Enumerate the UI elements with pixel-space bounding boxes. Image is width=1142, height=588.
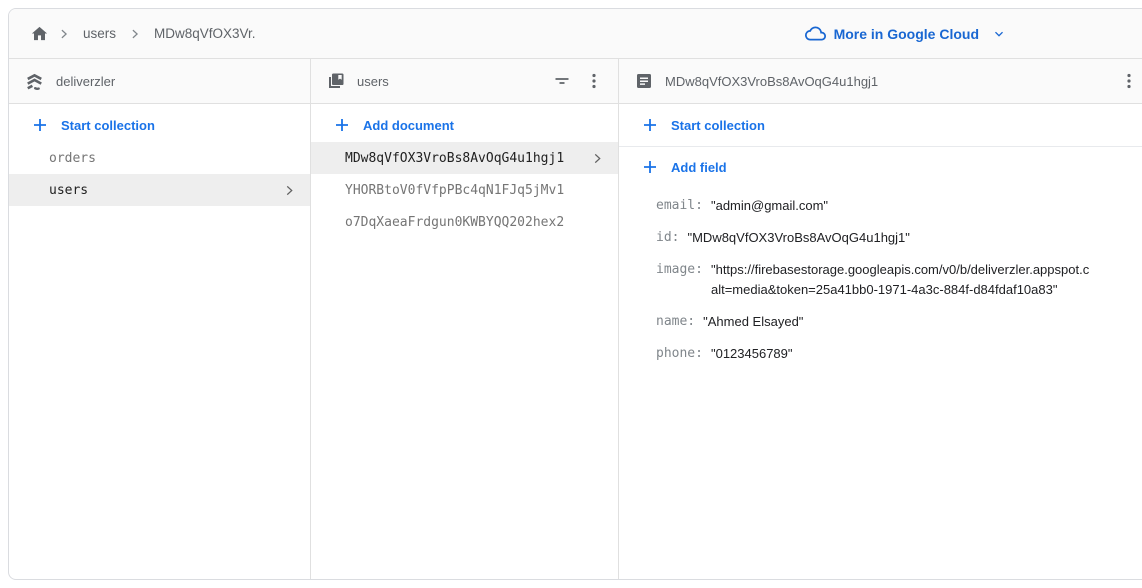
field-key: phone: (656, 344, 703, 364)
chevron-down-icon (991, 26, 1007, 42)
document-id: MDw8qVfOX3VroBs8AvOqG4u1hgj1 (345, 151, 564, 166)
chevron-right-icon (128, 27, 142, 41)
document-id: YHORBtoV0fVfpPBc4qN1FJq5jMv1 (345, 183, 564, 198)
more-vert-icon[interactable] (580, 67, 608, 95)
start-collection-label: Start collection (61, 118, 155, 133)
collection-panel-header: users (311, 59, 618, 104)
document-panel-header: MDw8qVfOX3VroBs8AvOqG4u1hgj1 (619, 59, 1142, 104)
collection-row-orders[interactable]: orders (9, 142, 310, 174)
field-value: "0123456789" (711, 344, 793, 364)
field-key: id: (656, 228, 679, 248)
field-row-name[interactable]: name: "Ahmed Elsayed" (656, 306, 1142, 338)
firestore-data-card: users MDw8qVfOX3Vr. More in Google Cloud (8, 8, 1142, 580)
collection-title: users (357, 74, 536, 89)
collection-row-users[interactable]: users (9, 174, 310, 206)
field-key: name: (656, 312, 695, 332)
breadcrumb-document[interactable]: MDw8qVfOX3Vr. (148, 26, 262, 41)
field-value: "https://firebasestorage.googleapis.com/… (711, 260, 1089, 300)
field-value: "Ahmed Elsayed" (703, 312, 803, 332)
add-field-label: Add field (671, 160, 727, 175)
field-key: image: (656, 260, 703, 280)
field-value: "admin@gmail.com" (711, 196, 828, 216)
chevron-right-icon (282, 183, 297, 198)
database-panel: deliverzler Start collection orders user… (9, 59, 311, 579)
plus-icon (642, 159, 658, 175)
collection-name: users (49, 183, 88, 198)
breadcrumb-users[interactable]: users (77, 26, 122, 41)
field-value-line: alt=media&token=25a41bb0-1971-4a3c-884f-… (711, 280, 1089, 300)
plus-icon (642, 117, 658, 133)
more-in-google-cloud-link[interactable]: More in Google Cloud (805, 23, 1007, 44)
chevron-right-icon (57, 27, 71, 41)
filter-icon[interactable] (548, 67, 576, 95)
add-document-label: Add document (363, 118, 454, 133)
plus-icon (334, 117, 350, 133)
field-row-id[interactable]: id: "MDw8qVfOX3VroBs8AvOqG4u1hgj1" (656, 222, 1142, 254)
document-title: MDw8qVfOX3VroBs8AvOqG4u1hgj1 (665, 74, 1103, 89)
collection-panel: users Add document MDw8qVfOX3VroBs8AvOq (311, 59, 619, 579)
start-collection-button[interactable]: Start collection (619, 104, 1142, 147)
document-row[interactable]: YHORBtoV0fVfpPBc4qN1FJq5jMv1 (311, 174, 618, 206)
document-panel: MDw8qVfOX3VroBs8AvOqG4u1hgj1 Start colle… (619, 59, 1142, 579)
start-collection-label: Start collection (671, 118, 765, 133)
firestore-database-icon (25, 72, 44, 91)
document-row[interactable]: o7DqXaeaFrdgun0KWBYQQ202hex2 (311, 206, 618, 238)
collection-name: orders (49, 151, 96, 166)
database-title: deliverzler (56, 74, 300, 89)
field-row-email[interactable]: email: "admin@gmail.com" (656, 190, 1142, 222)
document-row[interactable]: MDw8qVfOX3VroBs8AvOqG4u1hgj1 (311, 142, 618, 174)
start-collection-button[interactable]: Start collection (9, 104, 310, 142)
plus-icon (32, 117, 48, 133)
collection-icon (327, 72, 345, 90)
add-field-button[interactable]: Add field (619, 147, 1142, 184)
field-key: email: (656, 196, 703, 216)
field-row-image[interactable]: image: "https://firebasestorage.googleap… (656, 254, 1142, 306)
cloud-icon (805, 23, 826, 44)
document-id: o7DqXaeaFrdgun0KWBYQQ202hex2 (345, 215, 564, 230)
field-list: email: "admin@gmail.com" id: "MDw8qVfOX3… (619, 184, 1142, 370)
chevron-right-icon (590, 151, 605, 166)
field-row-phone[interactable]: phone: "0123456789" (656, 338, 1142, 370)
more-in-google-cloud-label: More in Google Cloud (834, 26, 979, 42)
field-value: "MDw8qVfOX3VroBs8AvOqG4u1hgj1" (687, 228, 909, 248)
panels-container: deliverzler Start collection orders user… (9, 59, 1142, 579)
add-document-button[interactable]: Add document (311, 104, 618, 142)
database-panel-header: deliverzler (9, 59, 310, 104)
breadcrumb: users MDw8qVfOX3Vr. More in Google Cloud (9, 9, 1142, 59)
document-icon (635, 72, 653, 90)
home-icon[interactable] (27, 22, 51, 46)
field-value-line: "https://firebasestorage.googleapis.com/… (711, 260, 1089, 280)
more-vert-icon[interactable] (1115, 67, 1142, 95)
